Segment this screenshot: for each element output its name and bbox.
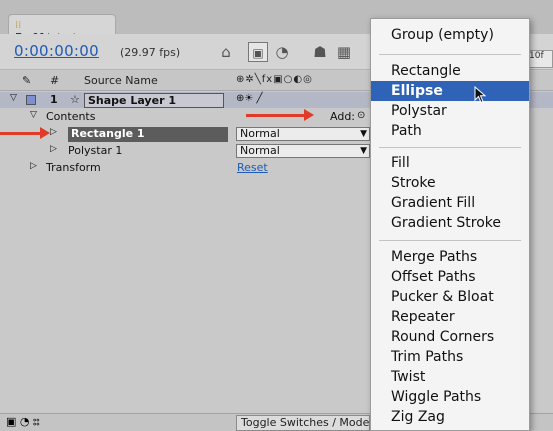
menu-item-pucker-bloat[interactable]: Pucker & Bloat xyxy=(371,287,529,307)
blend-mode-select[interactable]: Normal ▼ xyxy=(236,127,370,141)
layer-switches[interactable]: ⊕☀ ╱ xyxy=(236,93,263,104)
menu-item-offset-paths[interactable]: Offset Paths xyxy=(371,267,529,287)
layer-name[interactable]: Shape Layer 1 xyxy=(84,93,224,108)
frame-blend-icon[interactable]: ▦ xyxy=(334,42,354,62)
draft-3d-icon[interactable]: ◔ xyxy=(272,42,292,62)
blend-mode-value: Normal xyxy=(240,144,280,157)
menu-item-trim-paths[interactable]: Trim Paths xyxy=(371,347,529,367)
comp-flowchart-icon[interactable]: ⌂ xyxy=(216,42,236,62)
menu-separator xyxy=(379,240,521,241)
frame-rate-label: (29.97 fps) xyxy=(120,46,181,59)
twirl-right-icon[interactable]: ▷ xyxy=(50,144,57,154)
column-number: # xyxy=(50,74,60,87)
callout-arrow-add xyxy=(246,109,314,121)
transform-reset-link[interactable]: Reset xyxy=(237,161,268,174)
pointer-cursor-icon xyxy=(474,86,487,104)
menu-separator xyxy=(379,54,521,55)
menu-item-gradient-fill[interactable]: Gradient Fill xyxy=(371,193,529,213)
rectangle-name[interactable]: Rectangle 1 xyxy=(68,127,228,142)
menu-item-rectangle[interactable]: Rectangle xyxy=(371,61,529,81)
blend-mode-select[interactable]: Normal ▼ xyxy=(236,144,370,158)
blend-mode-value: Normal xyxy=(240,127,280,140)
tab-grip-icon: ⁞⁞ xyxy=(15,20,22,31)
dropdown-arrow-icon: ▼ xyxy=(360,146,367,156)
toggle-switches-modes-button[interactable]: Toggle Switches / Modes xyxy=(236,415,370,431)
shy-icon[interactable]: ☗ xyxy=(310,42,330,62)
menu-separator xyxy=(379,147,521,148)
menu-item-fill[interactable]: Fill xyxy=(371,153,529,173)
current-time-display[interactable]: 0:00:00:00 xyxy=(14,42,99,60)
layer-number: 1 xyxy=(50,93,58,106)
column-source-name[interactable]: Source Name xyxy=(84,74,158,87)
live-update-icon[interactable]: ▣ xyxy=(248,42,268,62)
menu-item-path[interactable]: Path xyxy=(371,121,529,141)
menu-item-merge-paths[interactable]: Merge Paths xyxy=(371,247,529,267)
twirl-right-icon[interactable]: ▷ xyxy=(50,127,57,137)
menu-item-gradient-stroke[interactable]: Gradient Stroke xyxy=(371,213,529,233)
menu-item-stroke[interactable]: Stroke xyxy=(371,173,529,193)
twirl-down-icon[interactable]: ▽ xyxy=(10,93,17,103)
menu-item-group-empty[interactable]: Group (empty) xyxy=(371,25,529,45)
pen-icon: ✎ xyxy=(22,74,32,87)
menu-item-ellipse[interactable]: Ellipse xyxy=(371,81,529,101)
menu-item-repeater[interactable]: Repeater xyxy=(371,307,529,327)
comp-mini-icons[interactable]: ▣ ◔ ⦂⦂ xyxy=(6,415,40,429)
menu-item-zig-zag[interactable]: Zig Zag xyxy=(371,407,529,427)
polystar-name[interactable]: Polystar 1 xyxy=(68,144,122,157)
star-icon: ☆ xyxy=(70,93,80,106)
menu-item-twist[interactable]: Twist xyxy=(371,367,529,387)
menu-item-polystar[interactable]: Polystar xyxy=(371,101,529,121)
contents-label: Contents xyxy=(46,110,96,123)
comp-tab[interactable]: ⁞⁞Ex.01*starter× xyxy=(8,14,116,44)
twirl-down-icon[interactable]: ▽ xyxy=(30,110,37,120)
add-circle-icon[interactable]: ⊙ xyxy=(357,110,365,121)
switches-header-icons: ⊕✲╲fx▣○◐◎ xyxy=(236,74,313,85)
dropdown-arrow-icon: ▼ xyxy=(360,129,367,139)
callout-arrow-rectangle xyxy=(0,127,50,139)
twirl-right-icon[interactable]: ▷ xyxy=(30,161,37,171)
layer-color-label[interactable] xyxy=(26,95,36,105)
add-label: Add: xyxy=(330,110,356,123)
menu-item-wiggle-paths[interactable]: Wiggle Paths xyxy=(371,387,529,407)
transform-label: Transform xyxy=(46,161,101,174)
time-ruler[interactable]: 10f xyxy=(526,50,553,68)
menu-item-round-corners[interactable]: Round Corners xyxy=(371,327,529,347)
add-shape-menu: Group (empty) Rectangle Ellipse Polystar… xyxy=(370,18,530,431)
